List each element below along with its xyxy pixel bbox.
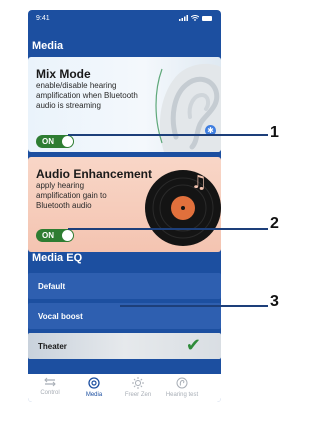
tab-hearing-test[interactable]: Hearing test [160, 377, 204, 398]
toggle-knob [62, 230, 73, 241]
audio-enhancement-toggle-label: ON [42, 231, 54, 240]
tab-label: Control [40, 390, 60, 396]
callout-line-2 [68, 228, 268, 230]
tab-freer-zen[interactable]: Freer Zen [116, 377, 160, 398]
zen-icon [132, 377, 144, 389]
callout-line-1 [68, 134, 268, 136]
audio-enhancement-description: apply hearing amplification gain to Blue… [36, 181, 107, 210]
wifi-icon [191, 15, 199, 21]
callout-number-3: 3 [270, 293, 279, 310]
audio-enhancement-title: Audio Enhancement [36, 167, 153, 181]
media-eq-title: Media EQ [32, 252, 83, 264]
phone-screen: 9:41 Media Mix Mode enable/disable heari… [28, 10, 221, 402]
toggle-knob [62, 136, 73, 147]
media-section-title: Media [32, 40, 64, 52]
mix-mode-description: enable/disable hearing amplification whe… [36, 81, 138, 110]
tab-media[interactable]: Media [72, 377, 116, 398]
vinyl-record-icon: ♫ [145, 170, 221, 246]
mix-mode-card: Mix Mode enable/disable hearing amplific… [28, 57, 221, 152]
mix-mode-title: Mix Mode [36, 67, 91, 81]
hearing-test-icon [176, 377, 188, 389]
callout-number-1: 1 [270, 124, 279, 141]
status-time: 9:41 [36, 15, 50, 22]
callout-number-2: 2 [270, 215, 279, 232]
tab-label: Hearing test [165, 392, 199, 398]
check-icon: ✔ [185, 335, 201, 355]
media-icon [88, 377, 100, 389]
tab-label: Media [85, 392, 103, 398]
sliders-icon [44, 377, 56, 387]
audio-enhancement-toggle[interactable]: ON [36, 229, 74, 242]
battery-icon [202, 15, 212, 21]
ear-icon [155, 63, 221, 152]
tab-control[interactable]: Control [28, 377, 72, 396]
eq-option-theater[interactable]: Theater ✔ [28, 333, 221, 359]
mix-mode-toggle-label: ON [42, 137, 54, 146]
status-bar: 9:41 [28, 10, 221, 28]
tab-label: Freer Zen [124, 392, 152, 398]
mix-mode-toggle[interactable]: ON [36, 135, 74, 148]
eq-option-label: Default [38, 282, 66, 291]
tab-bar: Control Media Freer Zen Hearing test [28, 374, 221, 402]
callout-line-3 [120, 305, 268, 307]
eq-option-label: Theater [38, 342, 67, 351]
eq-option-default[interactable]: Default [28, 273, 221, 299]
audio-enhancement-card: Audio Enhancement apply hearing amplific… [28, 157, 221, 252]
eq-option-label: Vocal boost [38, 312, 83, 321]
svg-text:♫: ♫ [191, 172, 207, 193]
signal-icon [179, 15, 188, 21]
